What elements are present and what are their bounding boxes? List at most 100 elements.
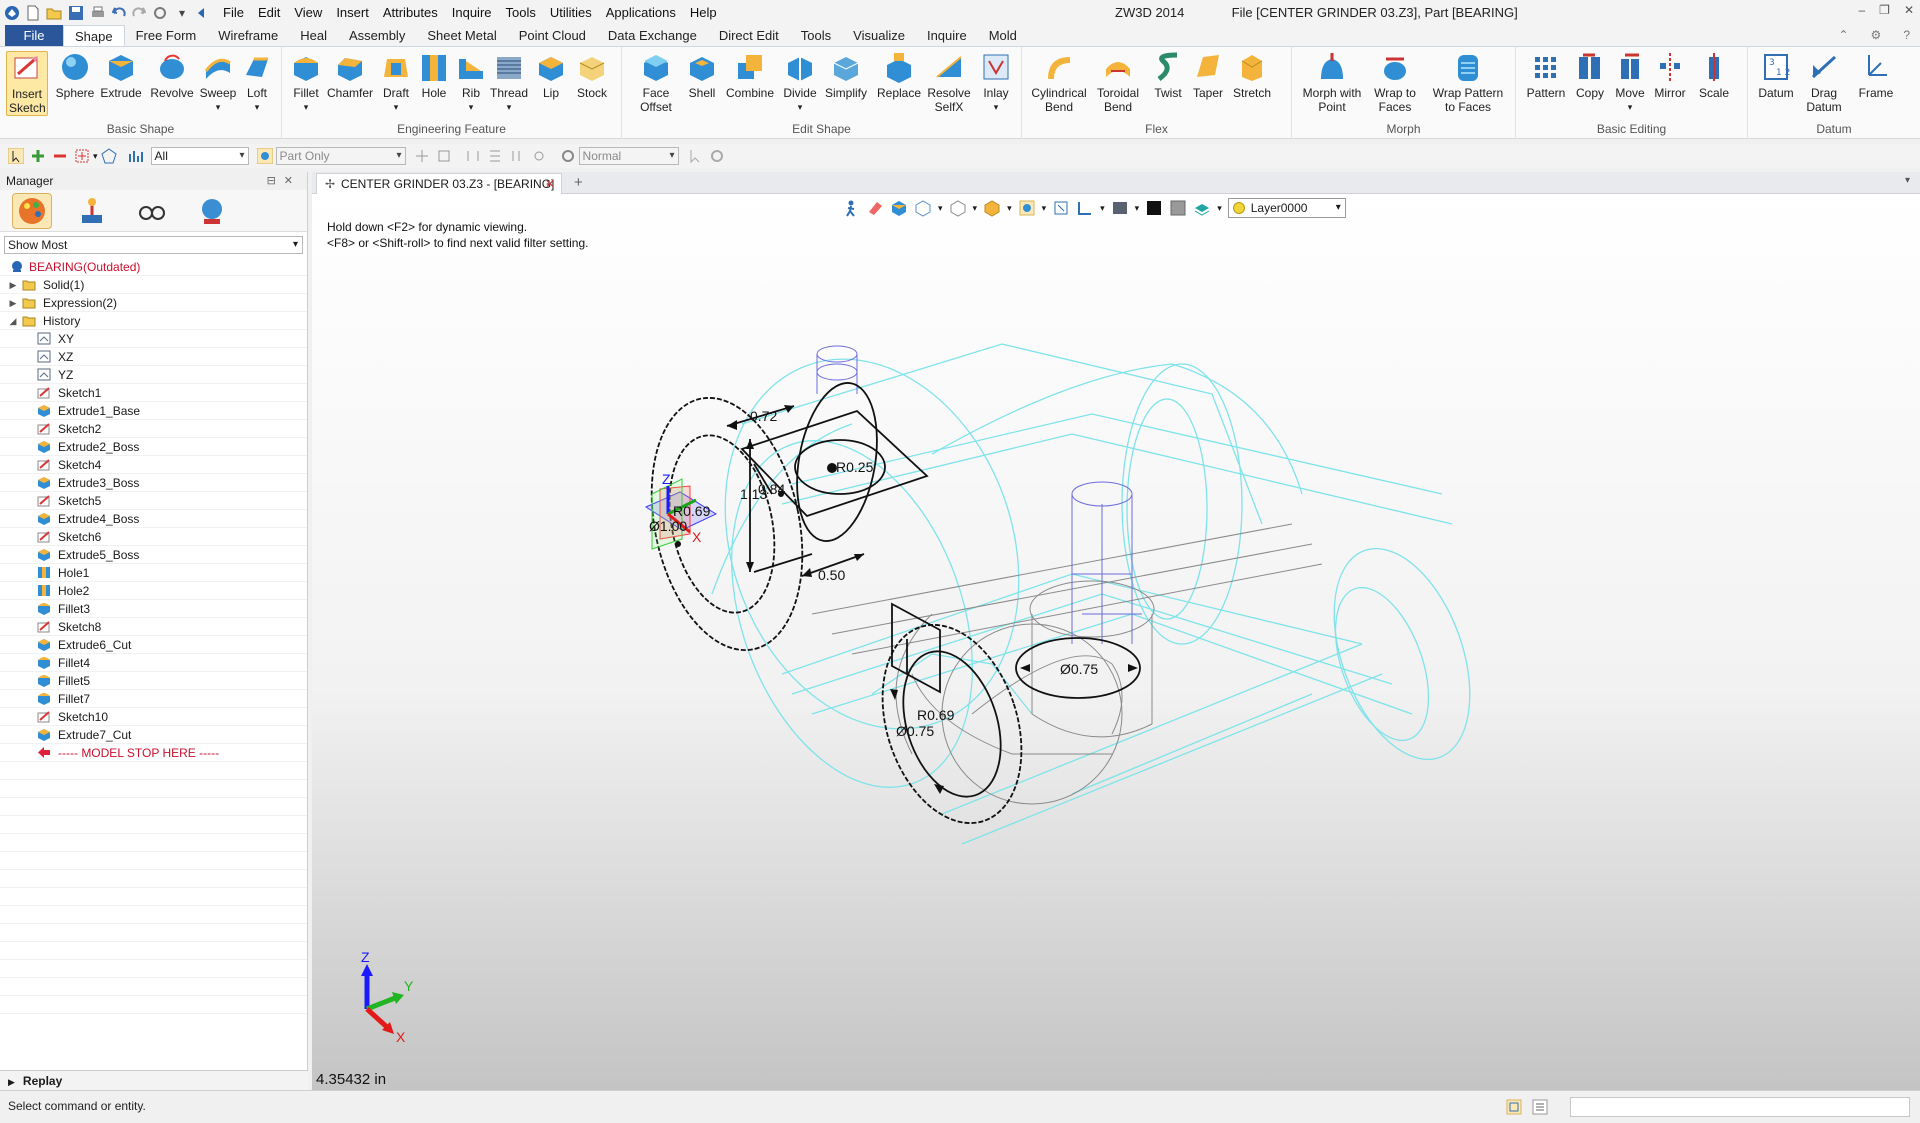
save-icon[interactable] <box>68 5 84 21</box>
graphics-viewport[interactable]: Hold down <F2> for dynamic viewing. <F8>… <box>312 194 1920 1090</box>
part-scope-icon[interactable] <box>256 148 273 164</box>
extrude-button[interactable]: Extrude <box>100 51 142 100</box>
pin-icon[interactable]: ✢ <box>325 174 335 194</box>
cylindrical-bend-button[interactable]: Cylindrical Bend <box>1028 51 1090 114</box>
menu-utilities[interactable]: Utilities <box>543 5 599 20</box>
shell-button[interactable]: Shell <box>684 51 720 100</box>
tree-item[interactable]: XY <box>0 330 307 348</box>
tree-item[interactable]: BEARING(Outdated) <box>0 258 307 276</box>
tree-item[interactable]: Hole1 <box>0 564 307 582</box>
close-tab-icon[interactable]: ✕ <box>545 174 555 194</box>
chevron-down-icon[interactable]: ▾ <box>1628 100 1633 114</box>
tab-point-cloud[interactable]: Point Cloud <box>508 25 597 46</box>
tab-visualize[interactable]: Visualize <box>842 25 916 46</box>
menu-help[interactable]: Help <box>683 5 724 20</box>
snap-icon-2[interactable] <box>436 148 452 164</box>
chevron-down-icon[interactable]: ▾ <box>216 100 221 114</box>
mode-select[interactable]: Normal <box>578 147 679 165</box>
rib-button[interactable]: Rib ▾ <box>454 51 488 114</box>
expander-icon[interactable]: ▶ <box>8 276 18 294</box>
help-icon[interactable]: ? <box>1903 28 1910 42</box>
scope-select[interactable]: Part Only <box>275 147 406 165</box>
status-list-icon[interactable] <box>1532 1099 1548 1115</box>
tree-item[interactable]: XZ <box>0 348 307 366</box>
menu-edit[interactable]: Edit <box>251 5 287 20</box>
tab-heal[interactable]: Heal <box>289 25 338 46</box>
app-logo-icon[interactable] <box>4 5 20 21</box>
snap-icon-6[interactable] <box>531 148 547 164</box>
assembly-manager-tab[interactable] <box>72 193 112 229</box>
dim-label[interactable]: R0.25 <box>836 459 874 475</box>
tree-item[interactable]: Extrude2_Boss <box>0 438 307 456</box>
replay-bar[interactable]: ▶ Replay <box>0 1070 308 1090</box>
options-icon[interactable] <box>152 5 168 21</box>
tree-item[interactable]: Fillet3 <box>0 600 307 618</box>
minimize-icon[interactable]: – <box>1858 3 1865 17</box>
chevron-down-icon[interactable]: ▾ <box>798 100 803 114</box>
wrap-to-faces-button[interactable]: Wrap to Faces <box>1370 51 1420 114</box>
snap-icon-3[interactable] <box>465 148 481 164</box>
face-offset-button[interactable]: Face Offset <box>634 51 678 114</box>
tree-item[interactable]: ----- MODEL STOP HERE ----- <box>0 744 307 762</box>
document-tab[interactable]: ✢ CENTER GRINDER 03.Z3 - [BEARING] ✕ <box>316 173 562 194</box>
stretch-button[interactable]: Stretch <box>1230 51 1274 100</box>
tab-free-form[interactable]: Free Form <box>125 25 208 46</box>
menu-view[interactable]: View <box>287 5 329 20</box>
tab-data-exchange[interactable]: Data Exchange <box>597 25 708 46</box>
settings-gear-icon[interactable]: ⚙ <box>1871 28 1882 42</box>
cursor-icon[interactable] <box>687 148 703 164</box>
tree-item[interactable]: Extrude5_Boss <box>0 546 307 564</box>
tab-file[interactable]: File <box>5 25 63 46</box>
expander-icon[interactable]: ▶ <box>8 294 18 312</box>
menu-tools[interactable]: Tools <box>499 5 543 20</box>
chevron-down-icon[interactable]: ▾ <box>93 151 98 162</box>
drag-datum-button[interactable]: Drag Datum <box>1802 51 1846 114</box>
history-manager-tab[interactable] <box>12 192 52 229</box>
tab-tools[interactable]: Tools <box>790 25 842 46</box>
tab-shape[interactable]: Shape <box>63 25 125 46</box>
inlay-button[interactable]: Inlay ▾ <box>978 51 1014 114</box>
remove-filter-icon[interactable] <box>52 148 68 164</box>
tree-item[interactable]: Fillet7 <box>0 690 307 708</box>
combine-button[interactable]: Combine <box>724 51 776 100</box>
tree-item[interactable]: Extrude3_Boss <box>0 474 307 492</box>
tree-item[interactable]: Fillet4 <box>0 654 307 672</box>
sweep-button[interactable]: Sweep ▾ <box>198 51 238 114</box>
gear-small-icon[interactable] <box>709 148 725 164</box>
command-input-field[interactable] <box>1570 1097 1910 1117</box>
thread-button[interactable]: Thread ▾ <box>488 51 530 114</box>
visual-manager-tab[interactable] <box>192 193 232 229</box>
tree-item[interactable]: Sketch5 <box>0 492 307 510</box>
expander-icon[interactable]: ◢ <box>8 312 18 330</box>
revolve-button[interactable]: Revolve <box>150 51 194 100</box>
tree-item[interactable]: Extrude1_Base <box>0 402 307 420</box>
morph-with-point-button[interactable]: Morph with Point <box>1300 51 1364 114</box>
dim-label[interactable]: Ø0.75 <box>896 723 934 739</box>
tree-item[interactable]: Sketch4 <box>0 456 307 474</box>
sphere-button[interactable]: Sphere <box>55 51 95 100</box>
tab-menu-icon[interactable]: ▾ <box>1905 175 1910 186</box>
chevron-down-icon[interactable]: ▾ <box>994 100 999 114</box>
snap-icon-4[interactable] <box>487 148 503 164</box>
box-select-icon[interactable] <box>74 148 90 164</box>
frame-button[interactable]: Frame <box>1856 51 1896 100</box>
view-manager-tab[interactable] <box>132 193 172 229</box>
mode-icon[interactable] <box>560 148 576 164</box>
pattern-button[interactable]: Pattern <box>1524 51 1568 100</box>
show-filter-select[interactable]: Show Most <box>4 236 303 254</box>
copy-button[interactable]: Copy <box>1572 51 1608 100</box>
mirror-button[interactable]: Mirror <box>1650 51 1690 100</box>
replace-button[interactable]: Replace <box>876 51 922 100</box>
back-arrow-icon[interactable] <box>196 5 206 21</box>
chevron-down-icon[interactable]: ▾ <box>394 100 399 114</box>
tab-wireframe[interactable]: Wireframe <box>207 25 289 46</box>
tree-item[interactable]: Sketch2 <box>0 420 307 438</box>
status-grid-icon[interactable] <box>1506 1099 1522 1115</box>
dim-label[interactable]: 0.84 <box>758 481 785 497</box>
stock-button[interactable]: Stock <box>572 51 612 100</box>
tree-item[interactable]: Extrude7_Cut <box>0 726 307 744</box>
chevron-down-icon[interactable]: ▾ <box>304 100 309 114</box>
menu-applications[interactable]: Applications <box>599 5 683 20</box>
divide-button[interactable]: Divide ▾ <box>780 51 820 114</box>
entity-filter-select[interactable]: All <box>150 147 249 165</box>
